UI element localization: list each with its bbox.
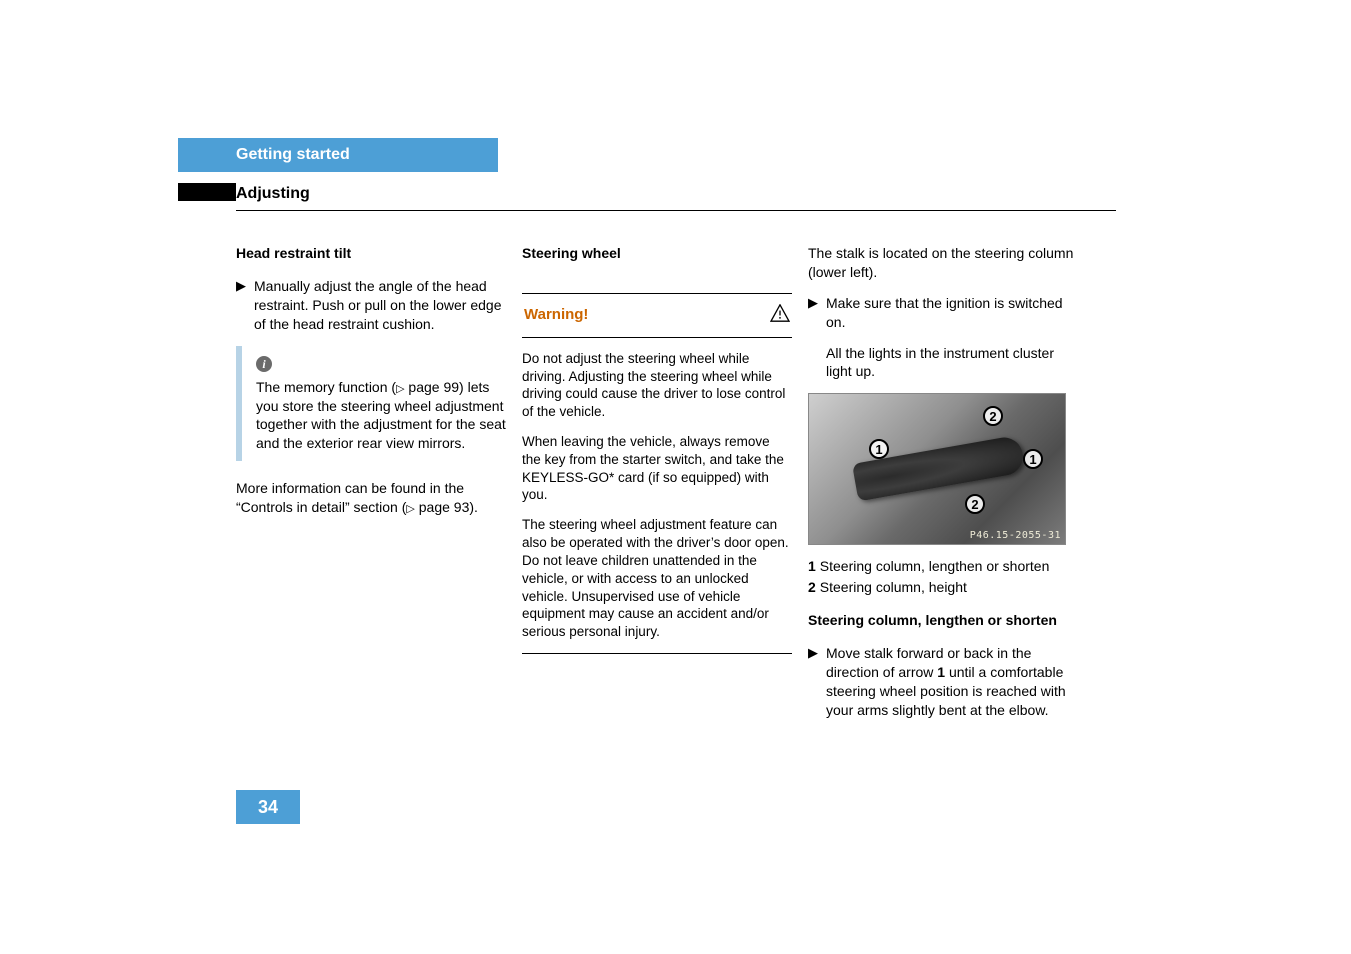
callout-2: 2	[965, 494, 985, 514]
info-note: i The memory function (▷ page 99) lets y…	[236, 346, 506, 462]
instruction-text: Move stalk forward or back in the direct…	[826, 644, 1078, 720]
legend-text: Steering column, height	[820, 579, 967, 595]
steering-stalk-figure: 2 1 1 2 P46.15-2055-31	[808, 393, 1066, 545]
warning-header: Warning!	[522, 293, 792, 338]
warning-triangle-icon	[770, 304, 790, 327]
column-1: Head restraint tilt ▶ Manually adjust th…	[236, 244, 506, 517]
instruction-item: ▶ Move stalk forward or back in the dire…	[808, 644, 1078, 720]
page-number-badge: 34	[236, 790, 300, 824]
instruction-item: ▶ Make sure that the ignition is switche…	[808, 294, 1078, 332]
warning-paragraph: The steering wheel adjustment feature ca…	[522, 516, 792, 641]
warning-paragraph: When leaving the vehicle, always remove …	[522, 433, 792, 504]
figure-legend: 1Steering column, lengthen or shorten 2S…	[808, 557, 1078, 597]
page-ref-icon: ▷	[406, 502, 414, 517]
warning-label: Warning!	[524, 305, 588, 325]
callout-1: 1	[869, 439, 889, 459]
page-number: 34	[258, 797, 278, 818]
callout-2: 2	[983, 406, 1003, 426]
arrow-number-ref: 1	[937, 664, 945, 680]
warning-paragraph: Do not adjust the steering wheel while d…	[522, 350, 792, 421]
lengthen-shorten-heading: Steering column, lengthen or shorten	[808, 611, 1078, 630]
instruction-text: Make sure that the ignition is switched …	[826, 294, 1078, 332]
warning-body: Do not adjust the steering wheel while d…	[522, 350, 792, 641]
callout-1: 1	[1023, 449, 1043, 469]
side-tab	[178, 183, 236, 201]
header-rule	[236, 210, 1116, 211]
instruction-item: ▶ Manually adjust the angle of the head …	[236, 277, 506, 334]
instruction-text: Manually adjust the angle of the head re…	[254, 277, 506, 334]
head-restraint-tilt-heading: Head restraint tilt	[236, 244, 506, 263]
instruction-result: All the lights in the instrument cluster…	[826, 344, 1078, 382]
bullet-triangle-icon: ▶	[236, 277, 254, 334]
chapter-header: Getting started	[178, 138, 498, 172]
page-ref-icon: ▷	[396, 382, 404, 397]
bullet-triangle-icon: ▶	[808, 294, 826, 332]
legend-number: 1	[808, 558, 816, 574]
legend-line: 2Steering column, height	[808, 578, 1078, 597]
column-2: Steering wheel Warning! Do not adjust th…	[522, 244, 792, 654]
intro-text: The stalk is located on the steering col…	[808, 244, 1078, 282]
bullet-triangle-icon: ▶	[808, 644, 826, 720]
info-note-text: The memory function (▷ page 99) lets you…	[256, 378, 506, 454]
more-info-part-b: page 93).	[415, 499, 478, 515]
section-title: Adjusting	[236, 185, 310, 203]
figure-part-number: P46.15-2055-31	[970, 529, 1061, 543]
info-text-part-a: The memory function (	[256, 379, 396, 395]
legend-line: 1Steering column, lengthen or shorten	[808, 557, 1078, 576]
more-info-text: More information can be found in the “Co…	[236, 479, 506, 517]
legend-number: 2	[808, 579, 816, 595]
steering-wheel-heading: Steering wheel	[522, 244, 792, 263]
column-3: The stalk is located on the steering col…	[808, 244, 1078, 732]
chapter-title: Getting started	[236, 146, 350, 164]
warning-bottom-rule	[522, 653, 792, 654]
info-icon: i	[256, 356, 272, 372]
legend-text: Steering column, lengthen or shorten	[820, 558, 1050, 574]
